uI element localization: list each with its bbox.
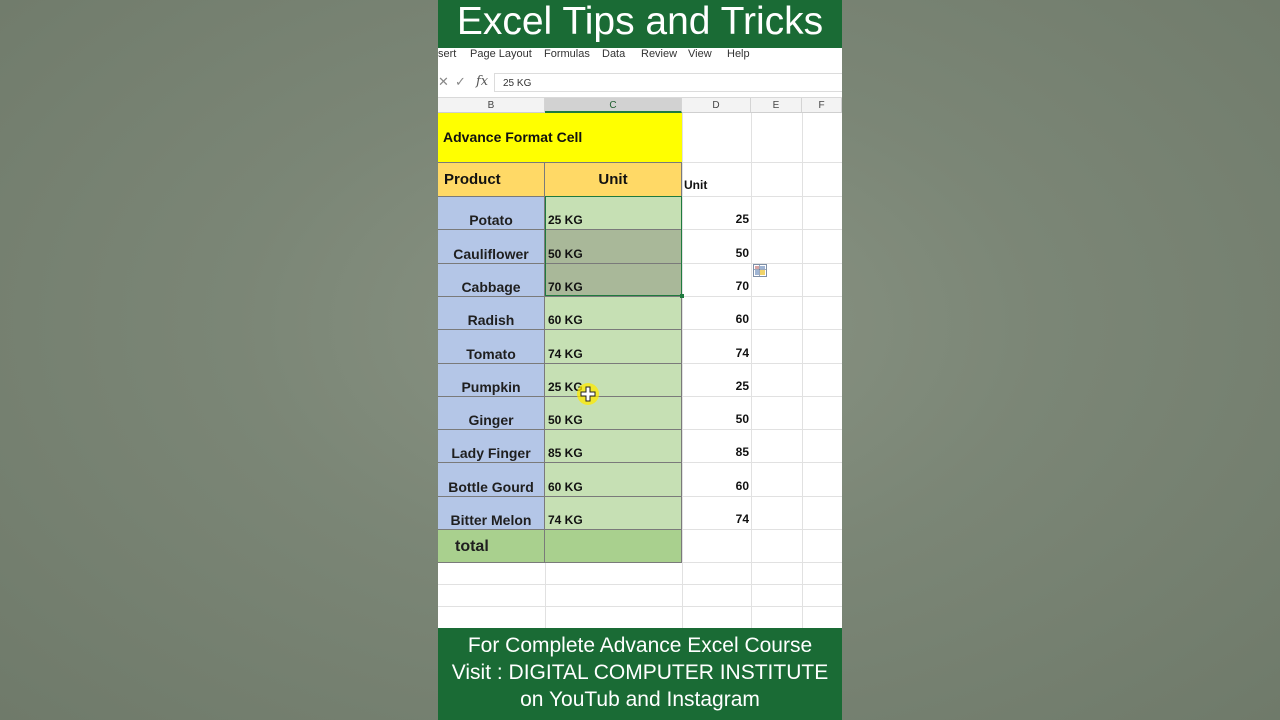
mouse-cursor-highlight (577, 383, 599, 405)
formula-input[interactable]: 25 KG (494, 73, 842, 92)
title-banner: Excel Tips and Tricks (438, 0, 842, 48)
column-d-value[interactable]: 50 (682, 396, 751, 429)
footer-banner: For Complete Advance Excel Course Visit … (438, 628, 842, 720)
product-cell[interactable]: Potato (438, 196, 545, 229)
tab-page-layout[interactable]: Page Layout (470, 48, 532, 60)
column-d-value[interactable]: 50 (682, 229, 751, 263)
formula-bar: ✕ ✓ fx 25 KG (438, 70, 842, 98)
unit-cell[interactable]: 60 KG (545, 462, 682, 496)
tab-formulas[interactable]: Formulas (544, 48, 590, 60)
footer-line-1: For Complete Advance Excel Course (467, 634, 813, 657)
tab-view[interactable]: View (688, 48, 712, 60)
column-d-value[interactable]: 74 (682, 329, 751, 363)
gridline-horizontal (438, 606, 842, 607)
fill-handle[interactable] (680, 294, 684, 298)
unit-cell[interactable]: 74 KG (545, 496, 682, 529)
column-d-value[interactable]: 74 (682, 496, 751, 529)
gridline-vertical (545, 563, 546, 628)
tab-data[interactable]: Data (602, 48, 625, 60)
column-d-value[interactable]: 25 (682, 363, 751, 396)
quick-analysis-icon[interactable] (753, 264, 767, 277)
unit-cell[interactable]: 50 KG (545, 396, 682, 429)
product-cell[interactable]: Radish (438, 296, 545, 329)
unit-cell[interactable]: 25 KG (545, 196, 682, 229)
total-label[interactable]: total (438, 529, 545, 563)
video-frame: Excel Tips and Tricks sert Page Layout F… (438, 0, 842, 720)
total-unit-cell[interactable] (545, 529, 682, 563)
table-title[interactable]: Advance Format Cell (438, 113, 682, 162)
gridline-vertical (682, 563, 683, 628)
unit-cell[interactable]: 74 KG (545, 329, 682, 363)
product-cell[interactable]: Lady Finger (438, 429, 545, 462)
gridline-horizontal (438, 584, 842, 585)
ribbon-tabs: sert Page Layout Formulas Data Review Vi… (438, 48, 842, 71)
gridline-horizontal (682, 529, 842, 530)
tab-insert[interactable]: sert (438, 48, 456, 60)
unit-cell[interactable]: 50 KG (545, 229, 682, 263)
column-d-value[interactable]: 60 (682, 462, 751, 496)
tab-review[interactable]: Review (641, 48, 677, 60)
product-cell[interactable]: Pumpkin (438, 363, 545, 396)
column-d-value[interactable]: 60 (682, 296, 751, 329)
header-product[interactable]: Product (438, 162, 545, 196)
column-header-b[interactable]: B (438, 98, 545, 113)
unit-cell[interactable]: 70 KG (545, 263, 682, 296)
header-unit[interactable]: Unit (545, 162, 682, 196)
gridline-horizontal (682, 562, 842, 563)
column-d-label[interactable]: Unit (682, 162, 751, 196)
column-d-value[interactable]: 85 (682, 429, 751, 462)
column-header-c[interactable]: C (545, 98, 682, 113)
product-cell[interactable]: Bitter Melon (438, 496, 545, 529)
check-icon[interactable]: ✓ (455, 75, 466, 89)
unit-cell[interactable]: 25 KG (545, 363, 682, 396)
gridline-vertical (751, 113, 752, 628)
fx-icon[interactable]: fx (476, 75, 488, 89)
column-header-d[interactable]: D (682, 98, 751, 113)
column-d-value[interactable]: 70 (682, 263, 751, 296)
close-icon[interactable]: ✕ (438, 75, 449, 89)
column-d-value[interactable]: 25 (682, 196, 751, 229)
product-cell[interactable]: Tomato (438, 329, 545, 363)
footer-line-3: on YouTub and Instagram (520, 688, 760, 711)
unit-cell[interactable]: 85 KG (545, 429, 682, 462)
tab-help[interactable]: Help (727, 48, 750, 60)
product-cell[interactable]: Bottle Gourd (438, 462, 545, 496)
column-header-e[interactable]: E (751, 98, 802, 113)
product-cell[interactable]: Cabbage (438, 263, 545, 296)
unit-cell[interactable]: 60 KG (545, 296, 682, 329)
footer-line-2: Visit : DIGITAL COMPUTER INSTITUTE (451, 661, 829, 684)
product-cell[interactable]: Ginger (438, 396, 545, 429)
gridline-vertical (802, 113, 803, 628)
product-cell[interactable]: Cauliflower (438, 229, 545, 263)
column-header-f[interactable]: F (802, 98, 842, 113)
